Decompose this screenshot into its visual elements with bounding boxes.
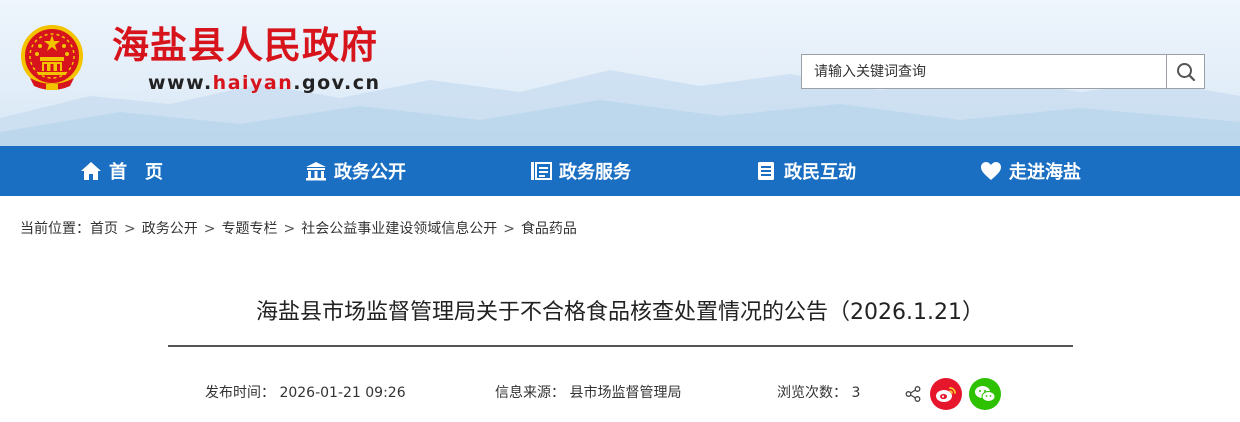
nav-item-public-interaction[interactable]: 政民互动 — [755, 146, 856, 196]
nav-label: 政务服务 — [559, 162, 631, 183]
service-list-icon — [530, 160, 552, 182]
wechat-icon — [975, 386, 996, 402]
search-button[interactable] — [1166, 55, 1204, 88]
search-icon — [1176, 62, 1195, 81]
title-divider — [168, 345, 1073, 347]
main-nav: 首 页 政务公开 政务服务 政民互动 走进海盐 — [0, 146, 1240, 196]
source-value: 县市场监督管理局 — [569, 385, 682, 401]
breadcrumb-government-affairs-link[interactable]: 政务公开 — [142, 221, 198, 237]
publish-time-meta: 发布时间： 2026-01-21 09:26 — [205, 382, 406, 402]
nav-item-home[interactable]: 首 页 — [80, 146, 163, 196]
site-url-highlight: haiyan — [212, 72, 294, 94]
share-weibo-button[interactable] — [930, 378, 962, 410]
breadcrumb: 当前位置：首页 > 政务公开 > 专题专栏 > 社会公益事业建设领域信息公开 > 食品药品 — [20, 218, 577, 238]
document-icon — [755, 160, 777, 182]
nav-label: 政民互动 — [784, 162, 856, 183]
site-header: 海盐县人民政府 www.haiyan.gov.cn — [0, 0, 1240, 146]
breadcrumb-home-link[interactable]: 首页 — [90, 221, 118, 237]
breadcrumb-food-drug-link[interactable]: 食品药品 — [521, 221, 577, 237]
nav-item-government-services[interactable]: 政务服务 — [530, 146, 631, 196]
source-meta: 信息来源： 县市场监督管理局 — [495, 382, 681, 402]
heart-icon — [980, 160, 1002, 182]
site-title[interactable]: 海盐县人民政府 — [112, 22, 378, 70]
site-url-prefix: www. — [148, 72, 213, 94]
breadcrumb-special-topics-link[interactable]: 专题专栏 — [221, 221, 277, 237]
nav-item-government-affairs[interactable]: 政务公开 — [305, 146, 406, 196]
site-url-suffix: .gov.cn — [293, 72, 381, 94]
search-input[interactable] — [802, 55, 1166, 88]
share-icon[interactable] — [905, 386, 921, 402]
article-title: 海盐县市场监督管理局关于不合格食品核查处置情况的公告（2026.1.21） — [256, 300, 984, 325]
breadcrumb-public-welfare-link[interactable]: 社会公益事业建设领域信息公开 — [301, 221, 497, 237]
home-icon — [80, 160, 102, 182]
publish-label: 发布时间： — [205, 385, 275, 401]
search-box — [801, 54, 1205, 89]
nav-label: 走进海盐 — [1009, 162, 1081, 183]
source-label: 信息来源： — [495, 385, 565, 401]
views-count: 3 — [851, 385, 861, 401]
breadcrumb-separator: > — [203, 221, 216, 237]
nav-label: 首 页 — [109, 162, 163, 183]
government-building-icon — [305, 160, 327, 182]
national-emblem-icon — [21, 25, 83, 90]
views-meta: 浏览次数： 3 — [777, 382, 860, 402]
nav-label: 政务公开 — [334, 162, 406, 183]
views-label: 浏览次数： — [777, 385, 847, 401]
weibo-icon — [936, 387, 956, 402]
publish-time: 2026-01-21 09:26 — [279, 385, 406, 401]
breadcrumb-prefix: 当前位置： — [20, 221, 90, 237]
breadcrumb-separator: > — [503, 221, 515, 237]
share-wechat-button[interactable] — [969, 378, 1001, 410]
site-url: www.haiyan.gov.cn — [148, 72, 380, 94]
nav-item-about-haiyan[interactable]: 走进海盐 — [980, 146, 1081, 196]
breadcrumb-separator: > — [124, 221, 136, 237]
breadcrumb-separator: > — [283, 221, 296, 237]
